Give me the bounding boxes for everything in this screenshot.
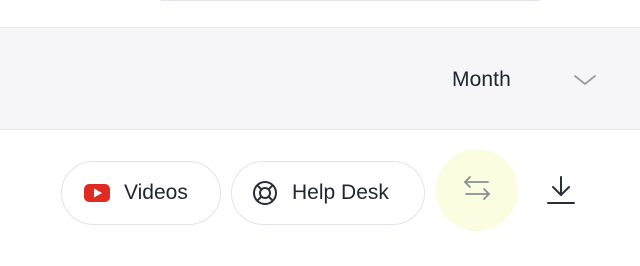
help-desk-button-label: Help Desk	[292, 181, 389, 204]
top-bar-edge	[160, 0, 540, 1]
videos-button-label: Videos	[124, 181, 188, 204]
period-select[interactable]: Month	[440, 62, 610, 96]
lifebuoy-icon	[252, 180, 278, 206]
download-icon	[546, 175, 576, 212]
toolbar: Videos Help Desk	[0, 130, 640, 266]
swap-button[interactable]	[436, 149, 518, 231]
chevron-down-icon	[572, 68, 598, 90]
help-desk-button[interactable]: Help Desk	[231, 161, 425, 225]
download-button[interactable]	[540, 172, 582, 214]
videos-button[interactable]: Videos	[61, 161, 221, 225]
youtube-play-icon	[84, 183, 110, 203]
period-select-value: Month	[452, 68, 511, 91]
swap-arrows-icon	[460, 171, 494, 210]
page: Month Videos Help Desk	[0, 0, 640, 266]
filter-bar: Month	[0, 28, 640, 130]
top-strip	[0, 0, 640, 28]
